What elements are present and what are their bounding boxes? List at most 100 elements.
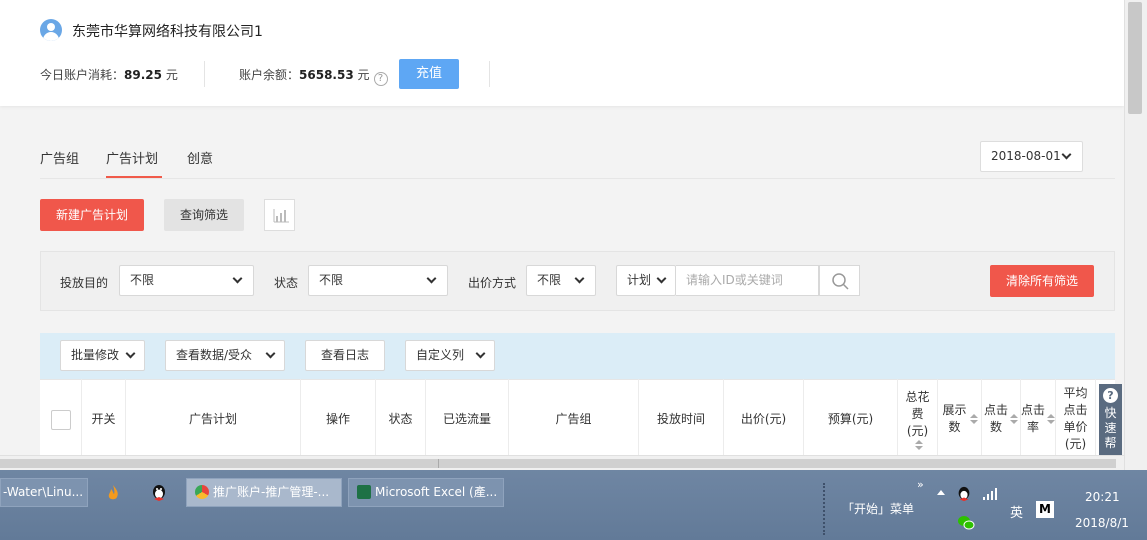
horizontal-scrollbar[interactable] xyxy=(0,455,1124,470)
account-summary-card xyxy=(0,0,1124,106)
col-selected-traffic[interactable]: 已选流量 xyxy=(426,379,509,459)
start-menu[interactable]: 「开始」菜单 xyxy=(842,500,914,517)
sort-icon[interactable] xyxy=(914,439,923,450)
clock-date[interactable]: 2018/8/1 xyxy=(1075,516,1129,530)
taskbar-item-excel[interactable]: Microsoft Excel (產... xyxy=(348,478,504,507)
account-balance: 账户余额：5658.53 元? xyxy=(239,66,388,86)
today-spend: 今日账户消耗：89.25 元 xyxy=(40,66,178,83)
col-ctr[interactable]: 点击率 xyxy=(1021,379,1056,459)
taskbar-item-browser[interactable]: 推广账户-推广管理-... xyxy=(186,478,342,507)
quick-help-char: 帮 xyxy=(1104,436,1117,450)
taskbar-grip xyxy=(823,483,829,535)
ime-mode[interactable]: M xyxy=(1036,501,1054,518)
bid-method-select[interactable]: 不限 xyxy=(526,265,596,296)
col-bid[interactable]: 出价(元) xyxy=(724,379,804,459)
query-filter-button[interactable]: 查询筛选 xyxy=(164,199,244,231)
batch-edit-label: 批量修改 xyxy=(71,348,120,362)
col-clicks[interactable]: 点击数 xyxy=(982,379,1021,459)
tab-ad-group[interactable]: 广告组 xyxy=(40,148,79,167)
bid-method-value: 不限 xyxy=(537,273,562,287)
status-select[interactable]: 不限 xyxy=(308,265,448,296)
scroll-thumb[interactable] xyxy=(0,459,1116,468)
tab-creative[interactable]: 创意 xyxy=(187,148,213,167)
balance-unit: 元 xyxy=(357,68,370,82)
qq-tray-icon[interactable] xyxy=(956,485,972,503)
select-all-checkbox[interactable] xyxy=(51,410,71,430)
vertical-scrollbar[interactable] xyxy=(1124,0,1147,470)
col-total-spend-line: (元) xyxy=(906,423,929,438)
col-status[interactable]: 状态 xyxy=(376,379,426,459)
excel-icon xyxy=(357,485,371,499)
col-avg-cpc-line: 平均 xyxy=(1063,386,1088,400)
divider xyxy=(204,61,205,87)
search-type-value: 计划 xyxy=(627,273,652,287)
search-type-select[interactable]: 计划 xyxy=(616,265,676,296)
taskbar-item-terminal[interactable]: -Water\Linu... xyxy=(0,478,88,507)
company-name: 东莞市华算网络科技有限公司1 xyxy=(72,24,263,40)
clear-filters-button[interactable]: 清除所有筛选 xyxy=(990,265,1094,297)
status-label: 状态 xyxy=(274,276,299,290)
taskbar-excel-label: Microsoft Excel (產... xyxy=(375,485,498,499)
balance-label: 账户余额： xyxy=(239,68,300,82)
active-tab-indicator xyxy=(106,176,162,178)
custom-columns-label: 自定义列 xyxy=(416,348,465,362)
tab-ad-plan[interactable]: 广告计划 xyxy=(106,148,158,167)
col-total-spend-line: 费 xyxy=(911,406,924,421)
view-data-label: 查看数据/受众 xyxy=(176,348,253,362)
goal-select[interactable]: 不限 xyxy=(119,265,254,296)
chevron-down-icon xyxy=(232,273,243,284)
tab-divider xyxy=(40,178,1115,179)
wechat-icon[interactable] xyxy=(957,515,975,531)
col-total-spend-line: 总花 xyxy=(905,389,930,404)
col-avg-cpc-line: (元) xyxy=(1064,437,1087,451)
avatar xyxy=(40,19,62,41)
search-input[interactable]: 请输入ID或关键词 xyxy=(676,265,819,296)
sort-icon[interactable] xyxy=(969,414,978,424)
date-picker[interactable]: 2018-08-01 xyxy=(980,141,1083,172)
goal-label: 投放目的 xyxy=(60,276,109,290)
sort-icon[interactable] xyxy=(1010,414,1018,424)
bar-chart-icon[interactable] xyxy=(264,199,295,231)
flame-icon[interactable] xyxy=(104,484,122,502)
sort-icon[interactable] xyxy=(1047,414,1055,424)
col-impressions-label: 展示数 xyxy=(942,403,967,434)
bid-method-label: 出价方式 xyxy=(468,276,517,290)
ime-language[interactable]: 英 xyxy=(1010,502,1023,521)
search-icon[interactable] xyxy=(819,265,860,296)
custom-columns-button[interactable]: 自定义列 xyxy=(405,340,495,371)
qq-icon[interactable] xyxy=(150,483,168,503)
col-impressions[interactable]: 展示数 xyxy=(938,379,982,459)
view-data-button[interactable]: 查看数据/受众 xyxy=(165,340,285,371)
col-total-spend[interactable]: 总花 费 (元) xyxy=(898,379,938,459)
col-operation: 操作 xyxy=(301,379,376,459)
batch-edit-button[interactable]: 批量修改 xyxy=(60,340,145,371)
new-ad-plan-button[interactable]: 新建广告计划 xyxy=(40,199,144,231)
scroll-thumb[interactable] xyxy=(1128,2,1142,114)
scroll-grip xyxy=(438,459,448,468)
quick-help-button[interactable]: ? 快 速 帮 xyxy=(1099,384,1122,456)
col-clicks-line: 数 xyxy=(989,420,1002,434)
col-schedule[interactable]: 投放时间 xyxy=(639,379,724,459)
chevron-down-icon xyxy=(125,348,136,359)
chevron-down-icon xyxy=(475,348,486,359)
chrome-icon xyxy=(195,485,209,499)
col-switch[interactable]: 开关 xyxy=(82,379,126,459)
col-ad-plan[interactable]: 广告计划 xyxy=(126,379,301,459)
col-budget[interactable]: 预算(元) xyxy=(804,379,898,459)
tray-expand-icon[interactable] xyxy=(937,490,945,495)
view-log-button[interactable]: 查看日志 xyxy=(305,340,385,371)
help-icon[interactable]: ? xyxy=(373,72,388,86)
chevron-down-icon xyxy=(656,273,667,284)
signal-icon[interactable] xyxy=(982,488,998,500)
clock-time[interactable]: 20:21 xyxy=(1085,490,1120,504)
col-clicks-line: 点击 xyxy=(983,403,1008,417)
col-avg-cpc[interactable]: 平均 点击 单价 (元) xyxy=(1056,379,1096,459)
chevron-down-icon xyxy=(1061,149,1072,160)
chevron-down-icon xyxy=(574,273,585,284)
recharge-button[interactable]: 充值 xyxy=(399,59,459,89)
today-spend-value: 89.25 xyxy=(124,68,162,82)
expand-arrows-icon[interactable]: » xyxy=(917,478,924,491)
status-value: 不限 xyxy=(319,273,344,287)
today-spend-unit: 元 xyxy=(165,68,178,82)
col-ad-group[interactable]: 广告组 xyxy=(509,379,639,459)
